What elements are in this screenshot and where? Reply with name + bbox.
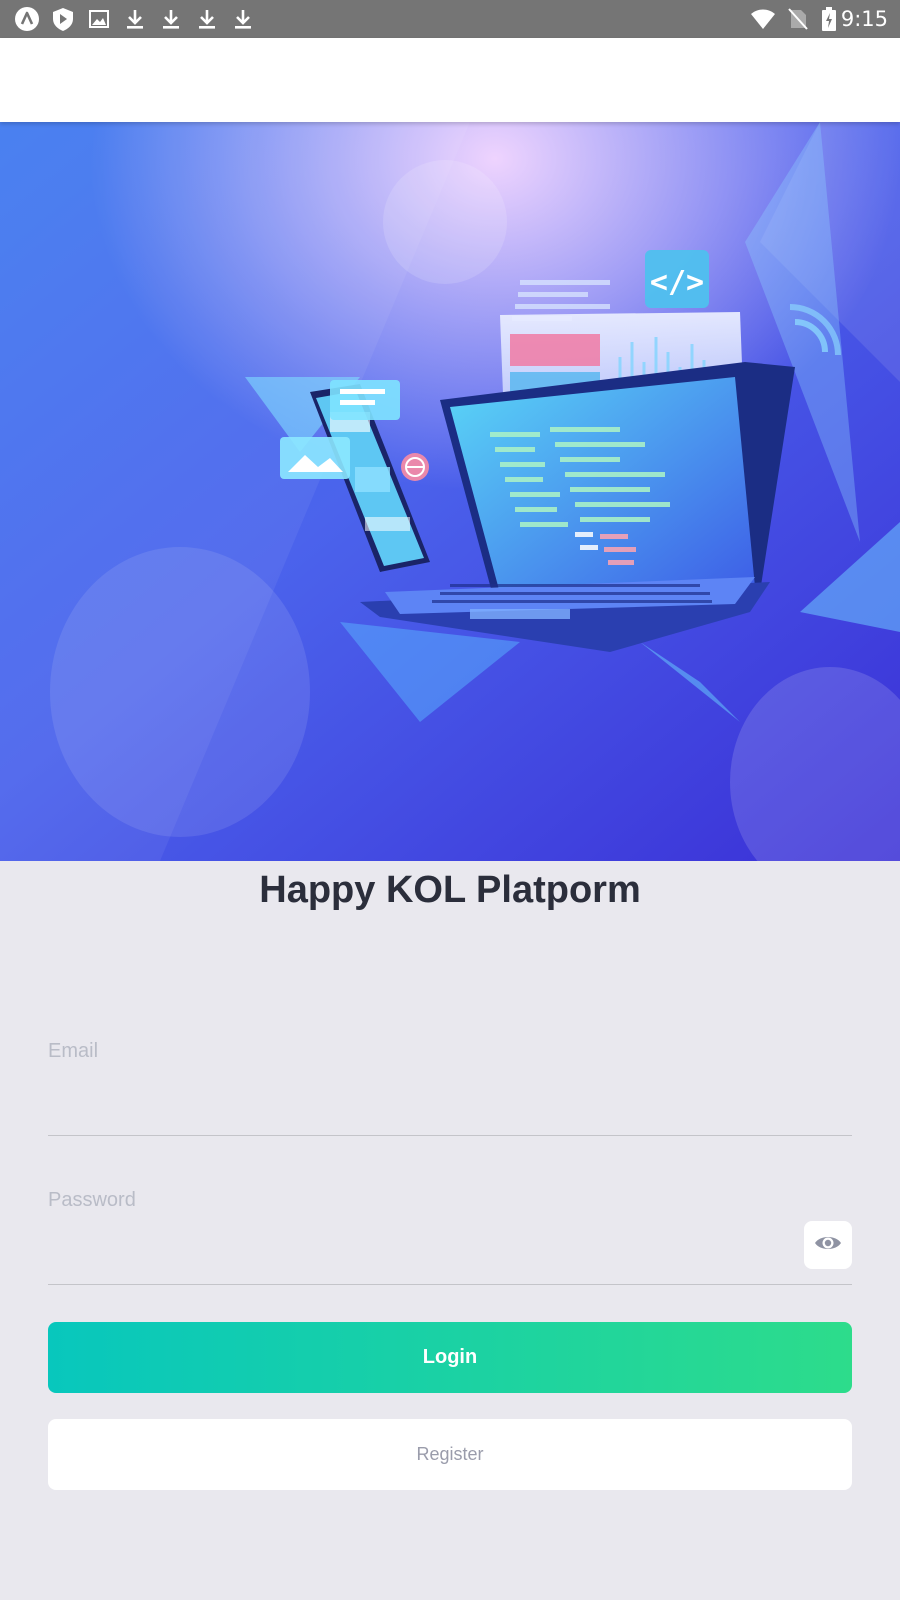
eye-icon (814, 1233, 842, 1258)
email-field[interactable]: Email (48, 1038, 852, 1136)
download-icon (122, 6, 148, 32)
download-icon (158, 6, 184, 32)
app-title: Happy KOL Platporm (259, 869, 641, 911)
login-screen: 9:15 </> Happy KOL Platporm Email Passwo… (0, 0, 900, 1600)
password-label: Password (48, 1189, 136, 1211)
battery-charging-icon (816, 6, 842, 32)
app-launcher-icon (14, 6, 40, 32)
email-input[interactable] (48, 1089, 768, 1129)
download-icon (194, 6, 220, 32)
password-field[interactable]: Password (48, 1187, 852, 1285)
wifi-icon (750, 6, 776, 32)
image-icon (86, 6, 112, 32)
password-input[interactable] (48, 1238, 768, 1278)
register-button[interactable]: Register (48, 1419, 852, 1490)
play-shield-icon (50, 6, 76, 32)
download-icon (230, 6, 256, 32)
login-button[interactable]: Login (48, 1322, 852, 1393)
show-password-button[interactable] (804, 1221, 852, 1269)
status-time: 9:15 (840, 7, 888, 31)
code-badge-text: </> (650, 265, 704, 300)
no-sim-icon (785, 6, 811, 32)
hero-illustration: </> (0, 122, 900, 861)
status-bar: 9:15 (0, 0, 900, 38)
app-header (0, 38, 900, 122)
email-label: Email (48, 1040, 99, 1062)
